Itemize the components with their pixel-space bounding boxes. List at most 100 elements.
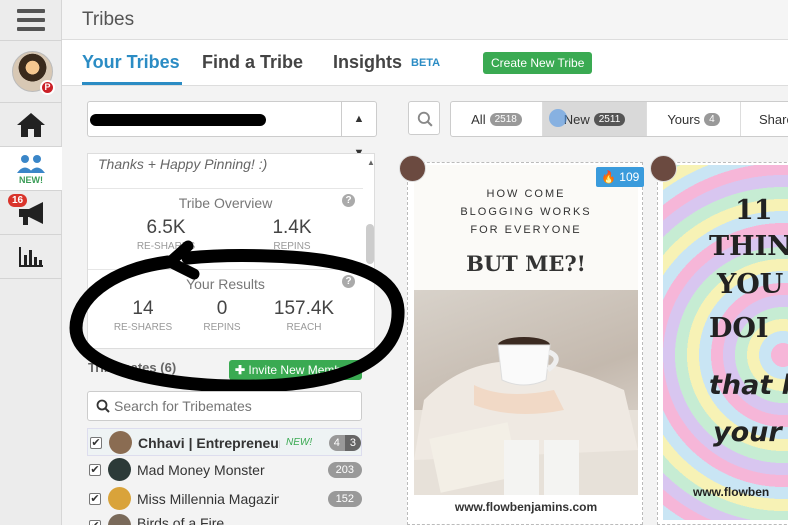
pin-headline: BUT ME?! bbox=[466, 251, 586, 276]
tribe-overview-title: Tribe Overview bbox=[178, 195, 273, 211]
active-tab-underline bbox=[82, 82, 182, 85]
fire-icon: 🔥 bbox=[601, 170, 616, 184]
member-checkbox[interactable]: ✔ bbox=[90, 437, 102, 449]
tribe-info-panel: Thanks + Happy Pinning! :) ▲ Tribe Overv… bbox=[87, 153, 375, 349]
help-icon[interactable]: ? bbox=[342, 194, 355, 207]
tribe-select[interactable]: ▲▼ bbox=[87, 101, 377, 159]
pin-text: FOR EVERYONE bbox=[470, 224, 582, 236]
results-stat-reach: 157.4K REACH bbox=[264, 298, 344, 333]
invite-new-members-button[interactable]: ✚ Invite New Members bbox=[229, 360, 362, 380]
stat-label: REPINS bbox=[203, 322, 241, 333]
pin-text: THIN bbox=[709, 231, 788, 262]
stat-label: REACH bbox=[286, 322, 322, 333]
stat-value: 157.4K bbox=[273, 298, 335, 319]
member-name: Birds of a Fire bbox=[137, 515, 225, 525]
rail-tribes[interactable]: NEW! bbox=[0, 147, 62, 191]
pin-footer: www.flowbenjamins.com bbox=[414, 495, 638, 520]
hamburger-menu-icon[interactable] bbox=[17, 9, 45, 31]
member-name: Chhavi | Entrepreneur bbox=[138, 435, 280, 451]
overview-stat-repins: 1.4K REPINS bbox=[252, 217, 332, 252]
pin-filters: All2518 New2511 Yours4 Shares bbox=[450, 101, 788, 137]
pinner-avatar[interactable] bbox=[650, 155, 677, 182]
fire-count: 109 bbox=[619, 170, 640, 184]
tab-insights[interactable]: Insights bbox=[333, 52, 402, 73]
pin-text: your bbox=[713, 417, 782, 448]
cursor-indicator bbox=[549, 109, 567, 127]
member-checkbox[interactable]: ✔ bbox=[89, 520, 101, 525]
rail-insights[interactable] bbox=[0, 235, 62, 279]
member-name: Mad Money Monster bbox=[137, 462, 265, 478]
pin-footer: www.flowben bbox=[693, 485, 770, 499]
member-avatar bbox=[108, 514, 131, 525]
stat-value: 0 bbox=[216, 298, 228, 319]
pin-photo bbox=[414, 290, 638, 495]
filter-count: 4 bbox=[704, 112, 720, 126]
pin-text: 11 bbox=[735, 195, 773, 226]
left-rail: P NEW! 16 bbox=[0, 0, 62, 525]
search-icon bbox=[96, 399, 110, 413]
overview-stat-reshares: 6.5K RE-SHARES bbox=[126, 217, 206, 252]
top-bar: Tribes bbox=[62, 0, 788, 40]
stat-value: 1.4K bbox=[272, 217, 312, 238]
member-checkbox[interactable]: ✔ bbox=[89, 493, 101, 505]
pin-search-button[interactable] bbox=[408, 101, 440, 135]
results-stat-repins: 0 REPINS bbox=[182, 298, 262, 333]
tab-your-tribes[interactable]: Your Tribes bbox=[82, 52, 180, 73]
your-results-title: Your Results bbox=[186, 276, 265, 292]
coffee-photo-illustration bbox=[414, 337, 638, 495]
scrollbar-thumb[interactable] bbox=[366, 224, 374, 264]
member-row[interactable]: ✔ Birds of a Fire bbox=[87, 512, 362, 525]
member-row[interactable]: ✔ Chhavi | Entrepreneur NEW! 4 3 bbox=[87, 428, 362, 456]
member-counts: 4 3 bbox=[328, 435, 361, 451]
tabs-bar: Your Tribes Find a Tribe Insights BETA C… bbox=[62, 40, 788, 86]
your-results-card: Your Results ? 14 RE-SHARES 0 REPINS 157… bbox=[88, 269, 363, 348]
filter-label: All bbox=[471, 111, 486, 127]
stat-value: 6.5K bbox=[146, 217, 186, 238]
select-caret-icon: ▲▼ bbox=[341, 102, 376, 159]
page-title: Tribes bbox=[82, 9, 135, 30]
stat-value: 14 bbox=[132, 298, 154, 319]
pin-text: YOU bbox=[717, 269, 784, 300]
member-avatar bbox=[108, 458, 131, 481]
filter-yours[interactable]: Yours 4 bbox=[647, 102, 741, 136]
pin-text: BLOGGING WORKS bbox=[460, 206, 592, 218]
pin-image[interactable]: 11 THIN YOU DOI that h your www.flowben bbox=[663, 165, 788, 520]
pinterest-icon: P bbox=[40, 80, 55, 95]
filter-all[interactable]: All 2518 bbox=[451, 102, 543, 136]
help-icon[interactable]: ? bbox=[342, 275, 355, 288]
member-row[interactable]: ✔ Miss Millennia Magazine 152 bbox=[87, 485, 362, 513]
filter-label: Yours bbox=[667, 111, 701, 127]
member-checkbox[interactable]: ✔ bbox=[89, 464, 101, 476]
filter-label: New bbox=[563, 111, 590, 127]
filter-label: Shares bbox=[759, 111, 788, 127]
new-label: NEW! bbox=[19, 174, 43, 185]
create-new-tribe-button[interactable]: Create New Tribe bbox=[483, 52, 593, 74]
pin-text: HOW COME bbox=[486, 188, 566, 200]
filter-count: 2518 bbox=[489, 112, 522, 126]
filter-shares[interactable]: Shares bbox=[741, 102, 788, 136]
rail-home[interactable] bbox=[0, 103, 62, 147]
count-b: 3 bbox=[344, 435, 361, 451]
member-count: 152 bbox=[327, 491, 362, 507]
notification-badge: 16 bbox=[8, 194, 28, 207]
home-icon bbox=[17, 113, 45, 137]
member-search-input[interactable] bbox=[114, 397, 354, 415]
member-search[interactable] bbox=[87, 391, 362, 421]
new-tag: NEW! bbox=[286, 437, 313, 448]
tribe-description: Thanks + Happy Pinning! :) bbox=[98, 156, 268, 172]
tribe-overview-card: Tribe Overview ? 6.5K RE-SHARES 1.4K REP… bbox=[88, 188, 363, 270]
scroll-up-icon[interactable]: ▲ bbox=[367, 158, 374, 167]
count-a: 4 bbox=[328, 435, 345, 451]
tab-find-a-tribe[interactable]: Find a Tribe bbox=[202, 52, 303, 73]
member-row[interactable]: ✔ Mad Money Monster 203 bbox=[87, 456, 362, 484]
results-stat-reshares: 14 RE-SHARES bbox=[103, 298, 183, 333]
member-avatar bbox=[109, 431, 132, 454]
beta-badge: BETA bbox=[411, 57, 441, 69]
member-name: Miss Millennia Magazine bbox=[137, 491, 279, 507]
member-avatar bbox=[108, 487, 131, 510]
people-icon bbox=[17, 154, 45, 173]
pinner-avatar[interactable] bbox=[399, 155, 426, 182]
invite-label: Invite New Members bbox=[248, 363, 358, 377]
stat-label: RE-SHARES bbox=[113, 322, 173, 333]
pin-image[interactable]: HOW COME BLOGGING WORKS FOR EVERYONE BUT… bbox=[414, 165, 638, 520]
